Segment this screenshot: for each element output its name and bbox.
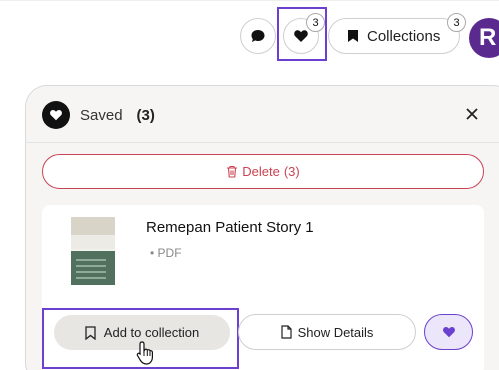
unsave-heart-button[interactable] xyxy=(424,314,473,350)
bookmark-icon xyxy=(348,30,358,42)
chat-bubble-icon xyxy=(251,30,265,42)
trash-icon xyxy=(227,165,238,178)
saved-panel-header: Saved (3) xyxy=(42,101,155,129)
chat-button[interactable] xyxy=(240,18,276,54)
collections-button[interactable]: Collections xyxy=(328,18,460,54)
user-avatar[interactable]: R xyxy=(469,18,499,58)
delete-count: (3) xyxy=(283,164,300,179)
document-thumbnail[interactable] xyxy=(71,217,115,285)
avatar-initial: R xyxy=(479,24,497,51)
saved-count: (3) xyxy=(136,106,155,124)
collections-label: Collections xyxy=(367,27,441,45)
item-title[interactable]: Remepan Patient Story 1 xyxy=(146,219,314,236)
delete-label: Delete xyxy=(242,164,280,179)
panel-divider xyxy=(25,142,499,143)
item-type-label: • PDF xyxy=(150,246,182,260)
saved-heart-icon xyxy=(42,101,70,129)
collections-count-badge: 3 xyxy=(447,13,466,32)
close-icon xyxy=(466,108,478,120)
delete-button[interactable]: Delete (3) xyxy=(42,154,484,189)
top-divider xyxy=(0,0,499,1)
saved-title: Saved xyxy=(80,106,123,124)
show-details-label: Show Details xyxy=(297,324,374,340)
close-button[interactable] xyxy=(462,104,482,124)
heart-filled-icon xyxy=(442,326,455,338)
hand-pointer-cursor-icon xyxy=(136,341,153,365)
show-details-button[interactable]: Show Details xyxy=(238,314,416,350)
highlight-box-heart xyxy=(277,7,327,61)
document-icon xyxy=(280,325,292,339)
